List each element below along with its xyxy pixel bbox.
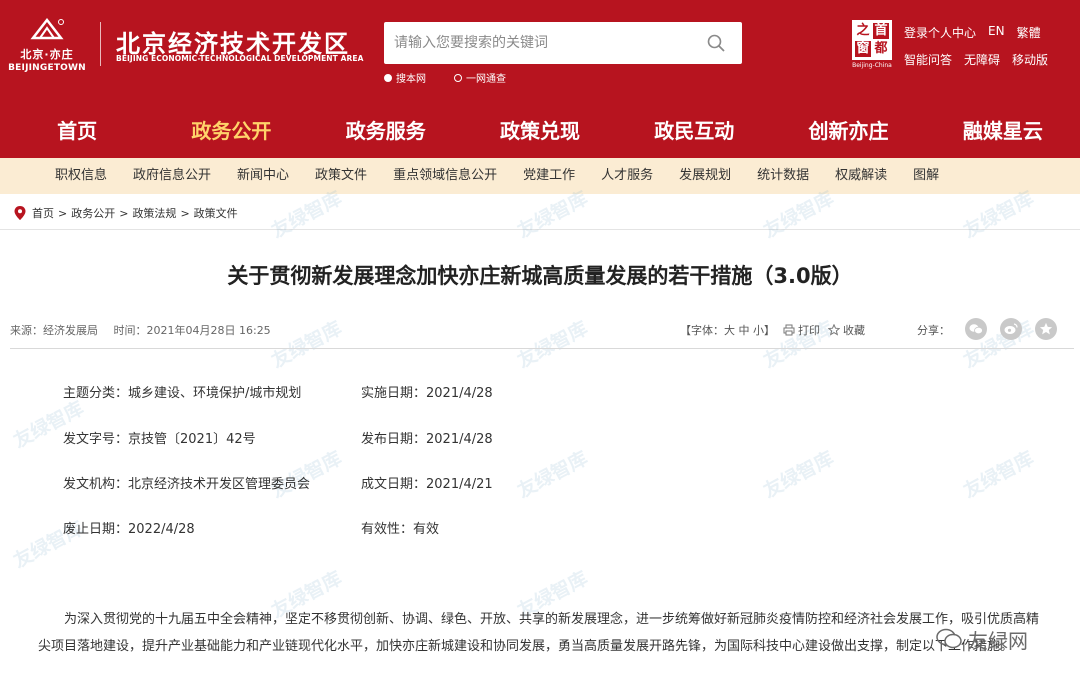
capital-char: 窗 <box>855 41 871 57</box>
search-scope-options: 搜本网 一网通查 <box>384 70 506 85</box>
capital-window-logo[interactable]: 之 首 窗 都 Beijing-China <box>852 20 892 70</box>
sub-nav-item[interactable]: 图解 <box>900 158 952 194</box>
sub-nav-item[interactable]: 权威解读 <box>822 158 900 194</box>
font-size-switch[interactable]: 【字体：大 中 小】 <box>680 322 775 338</box>
article-time: 时间：2021年04月28日 16:25 <box>113 324 271 337</box>
search-scope-all[interactable]: 一网通查 <box>454 70 506 85</box>
main-nav-policy-fulfillment[interactable]: 政策兑现 <box>463 100 617 158</box>
english-link[interactable]: EN <box>988 24 1005 41</box>
article-body: 为深入贯彻党的十九届五中全会精神，坚定不移贯彻创新、协调、绿色、开放、共享的新发… <box>38 612 1040 654</box>
sub-nav-item[interactable]: 重点领域信息公开 <box>380 158 510 194</box>
breadcrumb-separator: > <box>119 206 129 220</box>
capital-char: 都 <box>874 41 888 56</box>
watermark: 友绿智库 <box>513 447 592 503</box>
breadcrumb: 首页 > 政务公开 > 政策法规 > 政策文件 <box>14 200 238 226</box>
main-nav-interaction[interactable]: 政民互动 <box>617 100 771 158</box>
print-icon[interactable] <box>783 324 795 336</box>
radio-unselected-icon <box>454 73 462 82</box>
star-icon[interactable] <box>828 324 840 336</box>
share-wechat-icon[interactable] <box>965 318 987 340</box>
share-favorite-star-icon[interactable] <box>1035 318 1057 340</box>
breadcrumb-divider <box>0 229 1080 230</box>
radio-selected-icon <box>384 73 392 82</box>
sub-nav-item[interactable]: 党建工作 <box>510 158 588 194</box>
search-icon[interactable] <box>706 33 726 53</box>
main-nav-innovation[interactable]: 创新亦庄 <box>771 100 925 158</box>
print-button[interactable]: 打印 <box>798 322 820 338</box>
breadcrumb-policy-regulations[interactable]: 政策法规 <box>132 205 176 221</box>
logo-emblem-icon <box>27 17 67 44</box>
corner-watermark: 友绿网 <box>936 622 1076 656</box>
site-name-en: BEIJING ECONOMIC-TECHNOLOGICAL DEVELOPME… <box>116 54 364 63</box>
logo-en-text: BEIJINGETOWN <box>8 63 86 73</box>
article-title: 关于贯彻新发展理念加快亦庄新城高质量发展的若干措施（3.0版） <box>227 264 853 288</box>
corner-watermark-text: 友绿网 <box>968 628 1028 653</box>
sub-nav-item[interactable]: 职权信息 <box>42 158 120 194</box>
favorite-button[interactable]: 收藏 <box>843 322 865 338</box>
logo-divider <box>100 22 101 66</box>
capital-window-emblem: 之 首 窗 都 <box>852 20 892 60</box>
sub-nav: 职权信息 政府信息公开 新闻中心 政策文件 重点领域信息公开 党建工作 人才服务… <box>0 158 1080 194</box>
info-implement-date: 实施日期：2021/4/28 <box>361 386 493 401</box>
share-weibo-icon[interactable] <box>1000 318 1022 340</box>
info-written-date: 成文日期：2021/4/21 <box>361 477 493 492</box>
site-header: 北京·亦庄 BEIJINGETOWN 北京经济技术开发区 BEIJING ECO… <box>0 0 1080 100</box>
capital-caption: Beijing-China <box>852 62 892 69</box>
main-nav: 首页 政务公开 政务服务 政策兑现 政民互动 创新亦庄 融媒星云 <box>0 100 1080 158</box>
article-source: 来源：经济发展局 <box>10 324 98 337</box>
main-nav-home[interactable]: 首页 <box>0 100 154 158</box>
main-nav-media[interactable]: 融媒星云 <box>926 100 1080 158</box>
search-box <box>384 22 742 64</box>
breadcrumb-separator: > <box>180 206 190 220</box>
accessibility-link[interactable]: 无障碍 <box>964 51 1000 68</box>
sub-nav-item[interactable]: 发展规划 <box>666 158 744 194</box>
capital-char: 之 <box>856 23 870 38</box>
watermark: 友绿智库 <box>959 447 1038 503</box>
article-meta: 来源：经济发展局 时间：2021年04月28日 16:25 <box>10 322 283 338</box>
watermark: 友绿智库 <box>759 447 838 503</box>
info-doc-number: 发文字号：京技管〔2021〕42号 <box>63 432 256 447</box>
mobile-version-link[interactable]: 移动版 <box>1012 51 1048 68</box>
info-topic: 主题分类：城乡建设、环境保护/城市规划 <box>63 386 302 401</box>
search-scope-all-label: 一网通查 <box>466 74 506 85</box>
info-publish-date: 发布日期：2021/4/28 <box>361 432 493 447</box>
article-tools: 【字体：大 中 小】 打印 收藏 <box>680 322 865 338</box>
search-scope-site[interactable]: 搜本网 <box>384 70 426 85</box>
info-validity: 有效性：有效 <box>361 522 440 537</box>
login-link[interactable]: 登录个人中心 <box>904 24 976 41</box>
sub-nav-item[interactable]: 新闻中心 <box>224 158 302 194</box>
search-input[interactable] <box>394 32 694 54</box>
traditional-chinese-link[interactable]: 繁體 <box>1017 24 1041 41</box>
sub-nav-item[interactable]: 政府信息公开 <box>120 158 224 194</box>
sub-nav-item[interactable]: 人才服务 <box>588 158 666 194</box>
breadcrumb-policy-documents[interactable]: 政策文件 <box>194 205 238 221</box>
meta-divider <box>10 348 1074 349</box>
main-nav-gov-affairs-open[interactable]: 政务公开 <box>154 100 308 158</box>
capital-char: 首 <box>873 23 889 39</box>
logo-cn-text: 北京·亦庄 <box>20 48 74 61</box>
smart-qa-link[interactable]: 智能问答 <box>904 51 952 68</box>
site-logo[interactable]: 北京·亦庄 BEIJINGETOWN <box>8 17 86 73</box>
sub-nav-item[interactable]: 统计数据 <box>744 158 822 194</box>
watermark: 友绿智库 <box>513 317 592 373</box>
main-nav-gov-services[interactable]: 政务服务 <box>309 100 463 158</box>
share-label: 分享： <box>917 324 950 337</box>
top-links: 登录个人中心 EN 繁體 智能问答 无障碍 移动版 <box>904 24 1048 78</box>
wechat-watermark-icon <box>936 628 962 649</box>
breadcrumb-separator: > <box>58 206 68 220</box>
location-pin-icon <box>14 206 26 220</box>
sub-nav-item[interactable]: 政策文件 <box>302 158 380 194</box>
info-issuer: 发文机构：北京经济技术开发区管理委员会 <box>63 477 311 492</box>
info-expiry-date: 废止日期：2022/4/28 <box>63 522 195 537</box>
breadcrumb-home[interactable]: 首页 <box>32 205 54 221</box>
search-scope-site-label: 搜本网 <box>396 74 426 85</box>
breadcrumb-gov-affairs[interactable]: 政务公开 <box>71 205 115 221</box>
